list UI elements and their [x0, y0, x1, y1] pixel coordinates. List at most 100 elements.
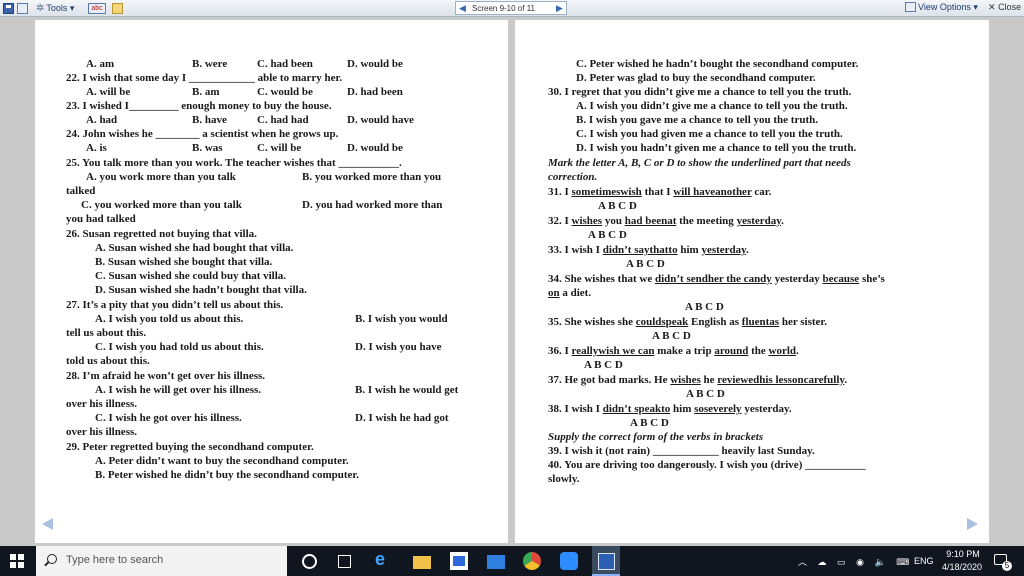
option-text: A. you work more than you talk — [86, 171, 236, 183]
option-text: B. have — [192, 114, 227, 126]
option-text: B. you worked more than you — [302, 171, 442, 183]
option-text: A. Peter didn’t want to buy the secondha… — [95, 455, 349, 467]
answer-letters: A B C D — [598, 200, 637, 212]
option-text: C. had been — [257, 58, 313, 70]
answer-letters: A B C D — [686, 388, 725, 400]
option-text: C. had had — [257, 114, 309, 126]
question-text: 23. I wished I_________ enough money to … — [66, 100, 332, 112]
option-text: C. I wish you had given me a chance to t… — [576, 128, 843, 140]
option-text: A. am — [86, 58, 115, 70]
option-text: B. I wish you would — [355, 313, 448, 325]
option-text: B. I wish you gave me a chance to tell y… — [576, 114, 818, 126]
document-app-icon[interactable] — [592, 546, 620, 576]
question-text: on a diet. — [548, 287, 592, 299]
chevron-up-icon[interactable]: ︿ — [798, 557, 807, 567]
option-text: A. I wish he will get over his illness. — [95, 384, 262, 396]
close-icon: ✕ — [988, 2, 996, 12]
next-page-arrow-icon[interactable] — [967, 518, 978, 530]
option-text: B. Peter wished he didn’t buy the second… — [95, 469, 360, 481]
previous-page-arrow-icon[interactable] — [42, 518, 53, 530]
option-text: D. would be — [347, 58, 403, 70]
option-text: C. Peter wished he hadn’t bought the sec… — [576, 58, 859, 70]
option-text: C. I wish you had told us about this. — [95, 341, 264, 353]
question-text: 24. John wishes he ________ a scientist … — [66, 128, 339, 140]
keyboard-icon[interactable]: ⌨ — [896, 557, 909, 567]
option-text: B. were — [192, 58, 228, 70]
left-page: A. am B. were C. had been D. would be 22… — [35, 20, 508, 543]
question-text: 22. I wish that some day I ____________ … — [66, 72, 343, 84]
search-icon — [47, 554, 57, 564]
answer-letters: A B C D — [584, 359, 623, 371]
instruction-text: correction. — [548, 171, 598, 183]
print-icon[interactable] — [17, 3, 28, 14]
spellcheck-icon[interactable]: abc — [88, 3, 106, 14]
edge-browser-icon[interactable]: e — [375, 549, 393, 569]
chevron-down-icon: ▾ — [973, 2, 978, 12]
volume-icon[interactable]: 🔈 — [874, 557, 885, 567]
answer-letters: A B C D — [626, 258, 665, 270]
cloud-icon[interactable]: ☁ — [818, 557, 827, 567]
close-button[interactable]: ✕ Close — [988, 2, 1021, 13]
option-text: over his illness. — [66, 398, 138, 410]
taskbar-search-input[interactable]: Type here to search — [36, 546, 287, 576]
option-text: A. I wish you didn’t give me a chance to… — [576, 100, 848, 112]
option-text: told us about this. — [66, 355, 150, 367]
question-text: 38. I wish I didn’t speakto him sosevere… — [548, 403, 792, 415]
question-text: 31. I sometimeswish that I will haveanot… — [548, 186, 772, 198]
option-text: C. you worked more than you talk — [81, 199, 242, 211]
folder-icon[interactable] — [112, 3, 123, 14]
option-text: D. Peter was glad to buy the secondhand … — [576, 72, 816, 84]
question-text: 35. She wishes she couldspeak English as… — [548, 316, 828, 328]
question-text: 28. I’m afraid he won’t get over his ill… — [66, 370, 266, 382]
option-text: talked — [66, 185, 96, 197]
battery-icon[interactable]: ▭ — [837, 557, 846, 567]
view-options-label: View Options — [918, 2, 971, 12]
question-text: 40. You are driving too dangerously. I w… — [548, 459, 866, 471]
option-text: B. was — [192, 142, 223, 154]
store-icon[interactable] — [450, 552, 468, 570]
option-text: A. Susan wished she had bought that vill… — [95, 242, 294, 254]
next-screen-icon[interactable]: ▶ — [556, 3, 563, 14]
previous-screen-icon[interactable]: ◀ — [459, 3, 466, 14]
file-explorer-icon[interactable] — [413, 556, 431, 569]
option-text: D. you had worked more than — [302, 199, 443, 211]
question-text: 33. I wish I didn’t saythatto him yester… — [548, 244, 749, 256]
search-placeholder: Type here to search — [66, 554, 164, 566]
system-tray: ︿ ☁ ▭ ◉ 🔈 ⌨ — [798, 555, 917, 568]
option-text: B. am — [192, 86, 220, 98]
answer-letters: A B C D — [630, 417, 669, 429]
clock-time[interactable]: 9:10 PM — [946, 549, 980, 559]
option-text: C. will be — [257, 142, 302, 154]
option-text: D. I wish he had got — [355, 412, 449, 424]
video-app-icon[interactable] — [560, 552, 578, 570]
tools-label: Tools — [46, 3, 68, 13]
option-text: over his illness. — [66, 426, 138, 438]
browser-app-icon[interactable] — [523, 552, 541, 570]
option-text: tell us about this. — [66, 327, 147, 339]
taskbar: Type here to search e ︿ ☁ ▭ ◉ 🔈 ⌨ ENG 9:… — [0, 546, 1024, 576]
viewer-toolbar: ✲ Tools ▾ abc ◀ Screen 9-10 of 11 ▶ View … — [0, 0, 1024, 17]
option-text: B. Susan wished she bought that villa. — [95, 256, 273, 268]
question-text: slowly. — [548, 473, 580, 485]
instruction-text: Supply the correct form of the verbs in … — [548, 431, 764, 443]
option-text: C. I wish he got over his illness. — [95, 412, 242, 424]
instruction-text: Mark the letter A, B, C or D to show the… — [548, 157, 851, 169]
save-icon[interactable] — [3, 3, 14, 14]
mail-icon[interactable] — [487, 555, 505, 569]
question-text: 27. It’s a pity that you didn’t tell us … — [66, 299, 284, 311]
view-options-button[interactable]: View Options ▾ — [905, 2, 978, 13]
language-indicator[interactable]: ENG — [914, 556, 934, 566]
clock-date[interactable]: 4/18/2020 — [938, 562, 986, 572]
screen-navigator: ◀ Screen 9-10 of 11 ▶ — [455, 1, 567, 15]
question-text: 37. He got bad marks. He wishes he revie… — [548, 374, 848, 386]
windows-start-icon[interactable] — [10, 554, 24, 568]
question-text: 25. You talk more than you work. The tea… — [66, 157, 402, 169]
cortana-icon[interactable] — [302, 554, 317, 569]
option-text: you had talked — [66, 213, 136, 225]
question-text: 32. I wishes you had beenat the meeting … — [548, 215, 784, 227]
task-view-icon[interactable] — [338, 555, 351, 568]
option-text: D. would be — [347, 142, 403, 154]
tools-menu-button[interactable]: ✲ Tools ▾ — [36, 3, 74, 14]
option-text: C. would be — [257, 86, 313, 98]
network-icon[interactable]: ◉ — [856, 557, 864, 567]
